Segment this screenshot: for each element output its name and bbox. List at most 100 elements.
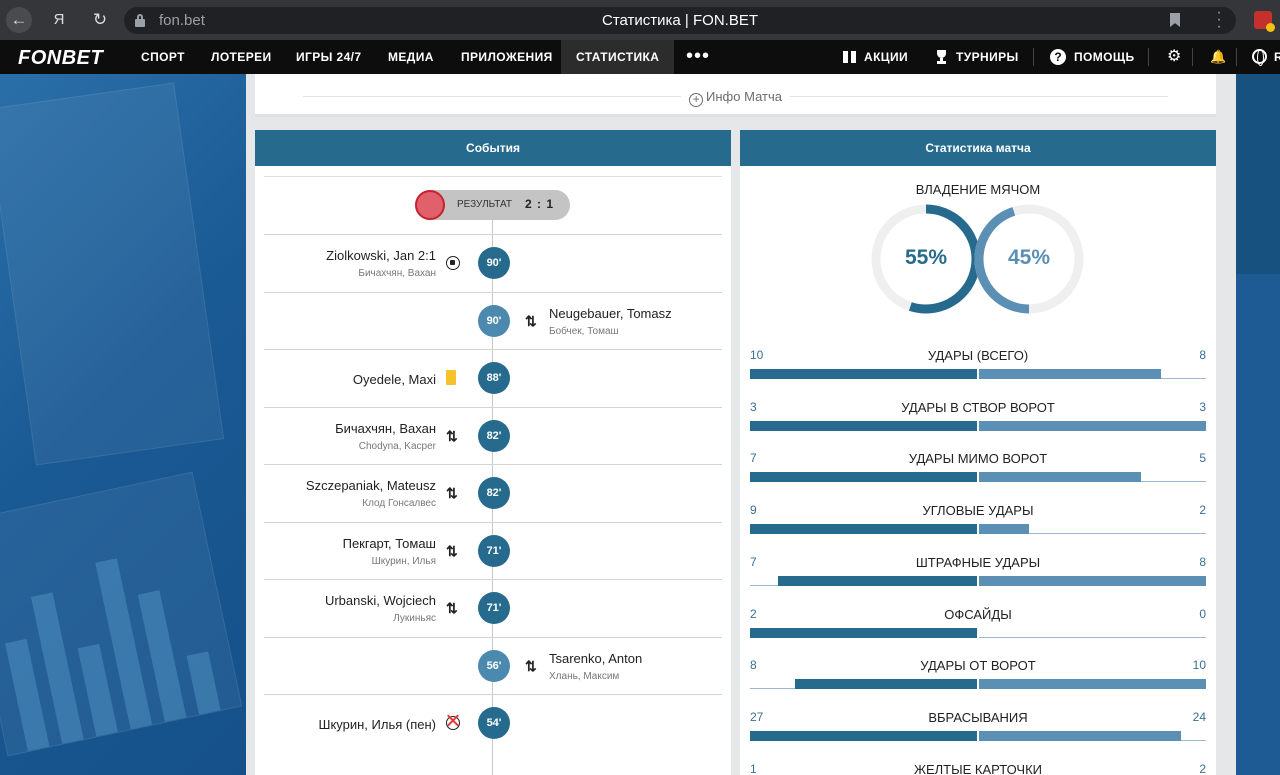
stat-away-bar: [979, 679, 1206, 690]
soccer-ball-shape: [446, 256, 460, 270]
stat-away-value: 8: [1199, 348, 1206, 362]
event-minute: 90': [478, 304, 510, 337]
stat-away-value: 3: [1199, 399, 1206, 414]
nav-help[interactable]: ПОМОЩЬ: [1074, 40, 1135, 74]
settings-icon[interactable]: ⚙: [1167, 49, 1181, 65]
event-minute: 71': [478, 534, 510, 567]
event-row: 90' Neugebauer, Tomasz Бобчек, Томаш ⇅: [264, 291, 722, 349]
browser-menu-icon[interactable]: · · ·: [1216, 5, 1222, 35]
language-selector[interactable]: R: [1274, 40, 1280, 74]
event-player-sub[interactable]: Бичахчян, Вахан: [358, 268, 436, 279]
stat-away-value: 2: [1199, 761, 1206, 775]
substitution-arrows: ⇅: [525, 657, 537, 674]
stat-row: 9 УГЛОВЫЕ УДАРЫ 2: [750, 493, 1206, 545]
trophy-icon: [935, 50, 948, 64]
substitution-arrows: ⇅: [525, 312, 537, 329]
content-gutter: [1216, 74, 1236, 775]
nav-sport[interactable]: СПОРТ: [141, 40, 185, 74]
more-menu-button[interactable]: •••: [686, 46, 710, 66]
missed-penalty-shape: [446, 716, 460, 730]
content-gutter: [731, 74, 740, 775]
stat-away-value: 5: [1199, 451, 1206, 466]
nav-divider: [1236, 48, 1237, 66]
event-player-name[interactable]: Tsarenko, Anton: [549, 651, 642, 666]
event-player-sub[interactable]: Лукиньяс: [393, 613, 436, 624]
fonbet-logo[interactable]: FONBET: [18, 47, 103, 70]
stat-home-fill: [750, 524, 977, 535]
yandex-icon[interactable]: Я: [46, 7, 72, 33]
match-info-card: + Инфо Матча: [255, 74, 1216, 117]
site-header: FONBET СПОРТ ЛОТЕРЕИ ИГРЫ 24/7 МЕДИА ПРИ…: [0, 40, 1280, 74]
stat-away-bar: [979, 472, 1206, 483]
stat-away-bar: [979, 730, 1206, 741]
stat-away-fill: [979, 679, 1206, 690]
event-player-sub[interactable]: Клод Гонсалвес: [362, 498, 436, 509]
event-player-name[interactable]: Пекгарт, Томаш: [343, 536, 436, 551]
reload-icon[interactable]: ↻: [87, 7, 113, 33]
stat-row: 10 УДАРЫ (ВСЕГО) 8: [750, 338, 1206, 390]
event-player-sub[interactable]: Бобчек, Томаш: [549, 326, 619, 337]
stat-row: 7 ШТРАФНЫЕ УДАРЫ 8: [750, 545, 1206, 597]
event-player-name[interactable]: Neugebauer, Tomasz: [549, 306, 672, 321]
events-panel: РЕЗУЛЬТАТ 2 : 1 90' Ziolkowski, Jan 2:1 Би…: [255, 166, 731, 775]
event-player-sub[interactable]: Chodyna, Kacper: [359, 441, 436, 452]
event-player-name[interactable]: Oyedele, Maxi: [353, 372, 436, 387]
event-row: 71' Пекгарт, Томаш Шкурин, Илья ⇅: [264, 521, 722, 579]
stat-away-fill: [979, 369, 1161, 379]
stat-home-bar: [750, 369, 977, 379]
extension-icon[interactable]: [1254, 11, 1275, 32]
substitution-icon: ⇅: [446, 429, 462, 445]
stat-away-value: 0: [1199, 606, 1206, 621]
nav-statistics[interactable]: СТАТИСТИКА: [561, 40, 675, 74]
event-minute: 88': [478, 362, 510, 394]
event-player-name[interactable]: Ziolkowski, Jan 2:1: [326, 248, 436, 263]
stat-away-bar: [979, 628, 1206, 638]
nav-lotteries[interactable]: ЛОТЕРЕИ: [211, 40, 272, 74]
stat-label: УДАРЫ В СТВОР ВОРОТ: [901, 399, 1055, 415]
stat-away-bar: [979, 420, 1206, 431]
stat-home-fill: [750, 472, 977, 483]
globe-icon[interactable]: [1252, 49, 1267, 66]
stat-away-bar: [979, 575, 1206, 586]
substitution-icon: ⇅: [525, 314, 541, 330]
nav-promotions[interactable]: АКЦИИ: [864, 40, 908, 74]
nav-tournaments[interactable]: ТУРНИРЫ: [956, 40, 1019, 74]
stat-label: ВБРАСЫВАНИЯ: [928, 709, 1028, 725]
stat-home-bar: [750, 575, 977, 586]
substitution-icon: ⇅: [446, 601, 462, 617]
stat-row: 2 ОФСАЙДЫ 0: [750, 597, 1206, 649]
event-player-sub[interactable]: Шкурин, Илья: [372, 556, 436, 567]
stat-home-bar: [750, 627, 977, 638]
event-player-name[interactable]: Szczepaniak, Mateusz: [306, 478, 436, 493]
stat-label: ШТРАФНЫЕ УДАРЫ: [915, 554, 1041, 570]
match-info-label: Инфо Матча: [706, 89, 782, 104]
event-player-name[interactable]: Шкурин, Илья (пен): [319, 717, 436, 732]
event-minute: 54': [478, 707, 510, 739]
result-badge: РЕЗУЛЬТАТ 2 : 1: [415, 190, 570, 220]
substitution-icon: ⇅: [446, 486, 462, 502]
browser-toolbar: ← Я ↻ fon.bet Статистика | FON.BET · · ·: [0, 0, 1280, 40]
bell-icon[interactable]: 🔔: [1210, 50, 1226, 64]
match-info-toggle[interactable]: + Инфо Матча: [255, 88, 1216, 107]
stat-away-bar: [979, 369, 1206, 379]
yellow-card-icon: [446, 370, 462, 386]
nav-apps[interactable]: ПРИЛОЖЕНИЯ: [461, 40, 553, 74]
stat-away-value: 2: [1199, 503, 1206, 518]
nav-games[interactable]: ИГРЫ 24/7: [296, 40, 361, 74]
address-bar[interactable]: fon.bet Статистика | FON.BET · · ·: [124, 5, 1236, 35]
stat-row: 1 ЖЕЛТЫЕ КАРТОЧКИ 2: [750, 752, 1206, 775]
plus-icon: +: [689, 93, 704, 107]
back-icon[interactable]: ←: [6, 7, 32, 33]
stat-home-bar: [750, 472, 977, 483]
nav-media[interactable]: МЕДИА: [388, 40, 434, 74]
missed-penalty-icon: [446, 716, 462, 732]
stat-away-value: 10: [1192, 658, 1206, 673]
event-row: 71' Urbanski, Wojciech Лукиньяс ⇅: [264, 579, 722, 636]
event-player-name[interactable]: Urbanski, Wojciech: [325, 593, 436, 608]
event-player-name[interactable]: Бичахчян, Вахан: [335, 421, 436, 436]
stat-row: 27 ВБРАСЫВАНИЯ 24: [750, 700, 1206, 752]
stat-home-bar: [750, 420, 977, 431]
event-player-sub[interactable]: Хлань, Максим: [549, 671, 619, 682]
nav-divider: [1148, 48, 1149, 66]
event-row: 56' Tsarenko, Anton Хлань, Максим ⇅: [264, 636, 722, 694]
